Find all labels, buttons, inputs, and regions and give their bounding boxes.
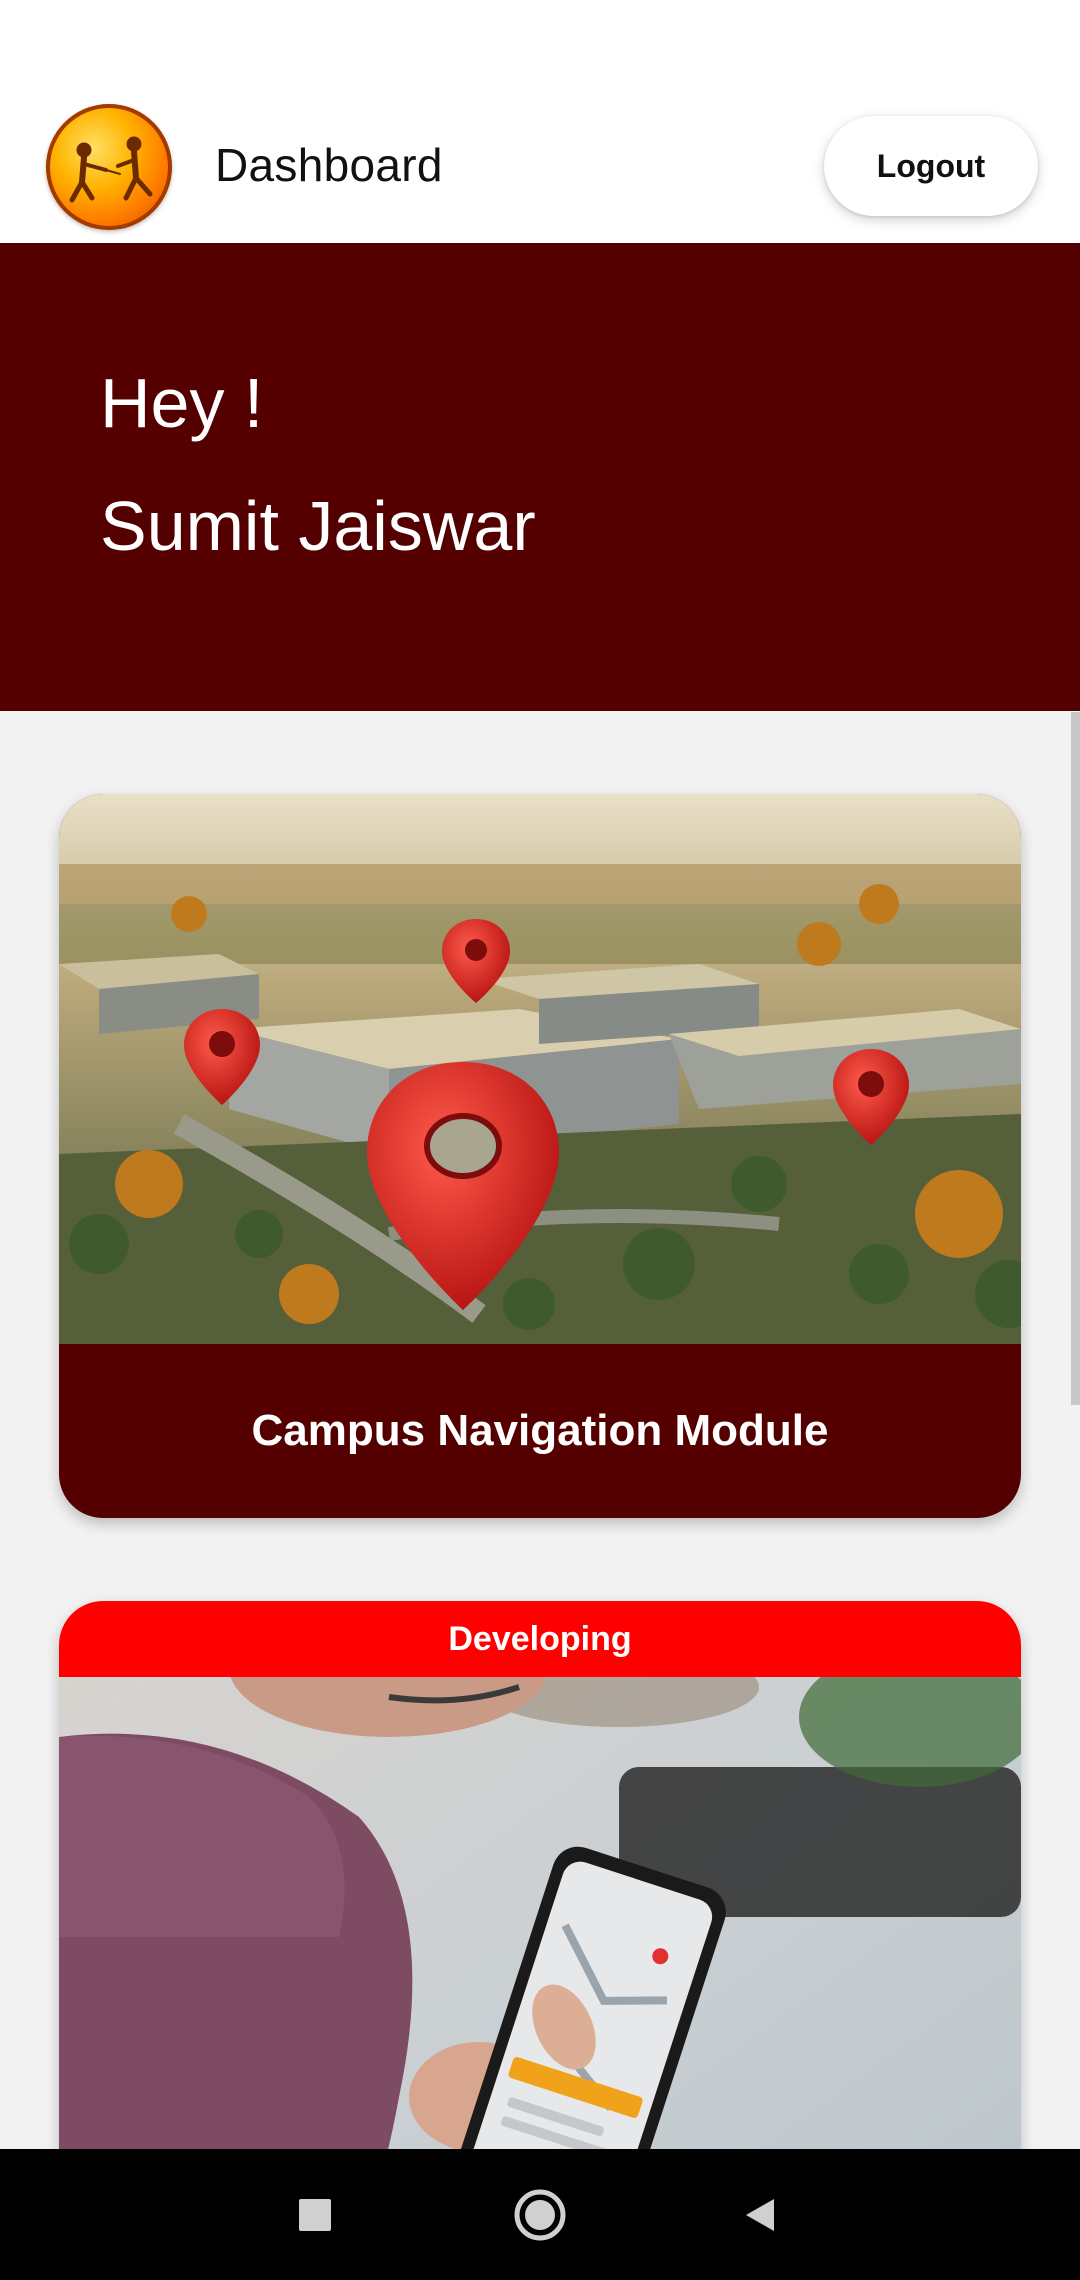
status-badge: Developing (59, 1601, 1021, 1677)
scrollbar[interactable] (1071, 712, 1080, 1405)
campus-map-pins-image (59, 794, 1021, 1344)
greeting-text: Hey ! (100, 364, 264, 442)
page-title: Dashboard (215, 139, 443, 191)
home-circle-icon[interactable] (480, 2149, 600, 2280)
system-nav-bar (0, 2149, 1080, 2280)
campus-navigation-label: Campus Navigation Module (251, 1406, 829, 1455)
recents-square-icon[interactable] (255, 2149, 375, 2280)
app-header: Dashboard Logout (0, 96, 1080, 243)
dashboard-screen: Dashboard Logout Hey ! Sumit Jaiswar Cam… (0, 0, 1080, 2280)
app-logo (46, 104, 172, 230)
logout-button[interactable]: Logout (824, 116, 1038, 216)
greeting-banner: Hey ! Sumit Jaiswar (0, 243, 1080, 711)
status-bar (0, 0, 1080, 96)
user-name: Sumit Jaiswar (100, 487, 536, 565)
back-triangle-icon[interactable] (700, 2149, 820, 2280)
campus-navigation-card[interactable]: Campus Navigation Module (59, 794, 1021, 1518)
